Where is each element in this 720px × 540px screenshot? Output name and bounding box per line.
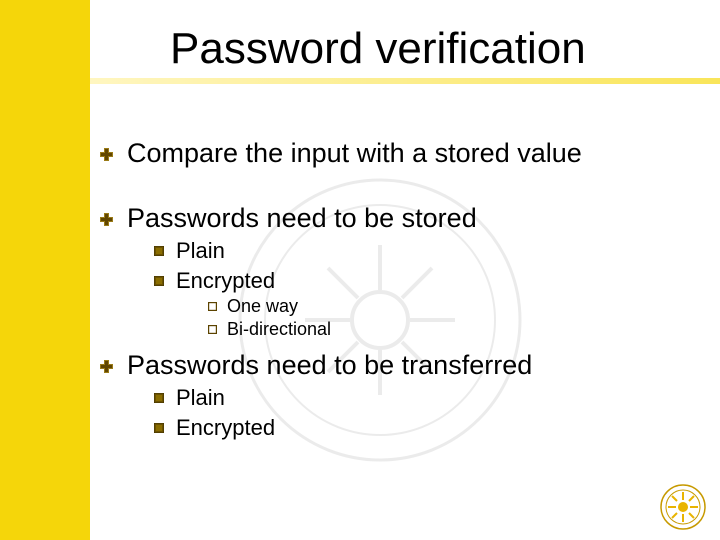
list-item: One way: [208, 296, 700, 317]
bullet-text: Plain: [176, 385, 225, 411]
bullet-text: Encrypted: [176, 268, 275, 294]
square-bullet-icon: [208, 302, 217, 311]
box-bullet-icon: [154, 423, 164, 433]
bullet-text: One way: [227, 296, 298, 317]
plus-bullet-icon: [100, 213, 113, 226]
left-accent-bar: [0, 0, 90, 540]
bullet-text: Compare the input with a stored value: [127, 138, 582, 169]
list-item: Plain: [154, 238, 700, 264]
box-bullet-icon: [154, 246, 164, 256]
plus-bullet-icon: [100, 148, 113, 161]
bullet-text: Plain: [176, 238, 225, 264]
square-bullet-icon: [208, 325, 217, 334]
box-bullet-icon: [154, 276, 164, 286]
slide-body: Compare the input with a stored value Pa…: [100, 120, 700, 441]
title-underline: [90, 78, 720, 84]
list-item: Compare the input with a stored value: [100, 138, 700, 169]
bullet-text: Passwords need to be transferred: [127, 350, 532, 381]
university-sun-logo: [660, 484, 706, 530]
list-item: Passwords need to be stored: [100, 203, 700, 234]
bullet-text: Bi-directional: [227, 319, 331, 340]
slide-title: Password verification: [170, 24, 586, 74]
plus-bullet-icon: [100, 360, 113, 373]
list-item: Encrypted: [154, 415, 700, 441]
box-bullet-icon: [154, 393, 164, 403]
list-item: Bi-directional: [208, 319, 700, 340]
bullet-text: Passwords need to be stored: [127, 203, 477, 234]
list-item: Passwords need to be transferred: [100, 350, 700, 381]
bullet-text: Encrypted: [176, 415, 275, 441]
list-item: Plain: [154, 385, 700, 411]
list-item: Encrypted: [154, 268, 700, 294]
